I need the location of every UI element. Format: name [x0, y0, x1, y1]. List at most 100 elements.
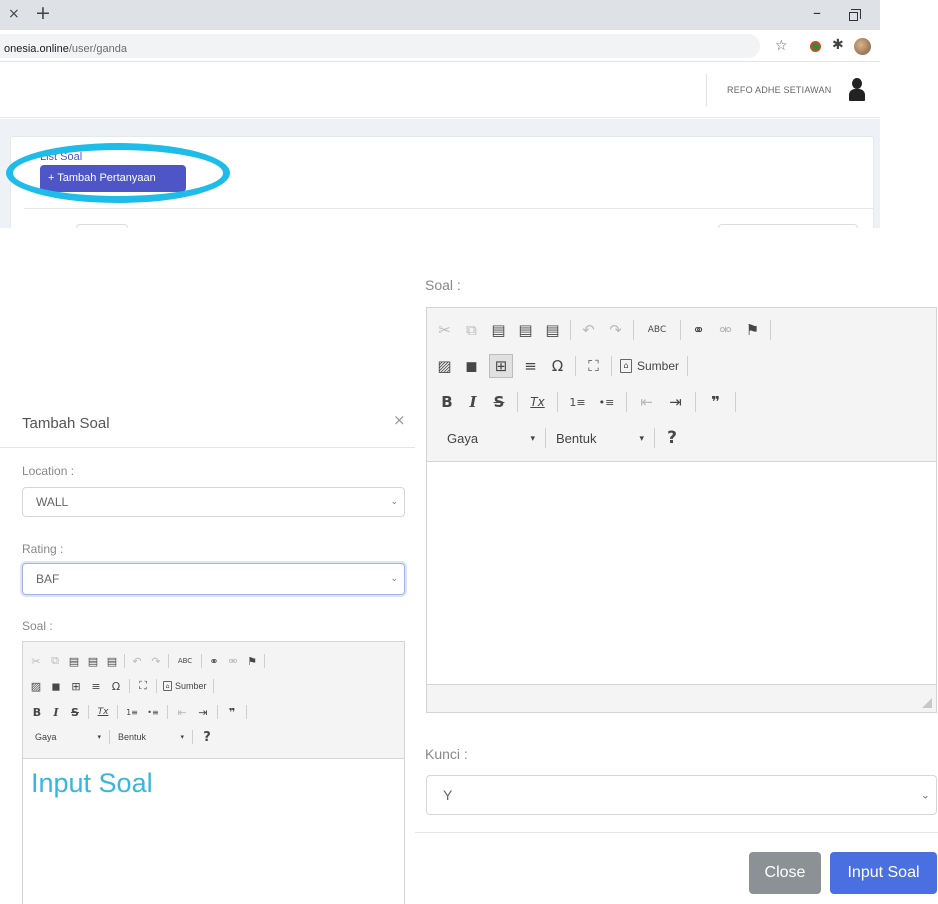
flash-icon[interactable]: ◼ — [49, 680, 63, 693]
bulleted-list-icon[interactable]: •≡ — [597, 396, 616, 409]
help-icon[interactable]: ? — [665, 428, 679, 448]
numbered-list-icon[interactable]: 1≡ — [125, 708, 139, 717]
paste-word-icon[interactable]: ▤ — [105, 655, 119, 668]
omnibox[interactable]: onesia.online/user/ganda — [0, 34, 760, 58]
rating-select[interactable]: BAF ⌄ — [22, 563, 405, 595]
strikethrough-icon[interactable]: S — [69, 706, 81, 719]
indent-icon[interactable]: ⇥ — [666, 393, 685, 411]
modal-divider — [0, 447, 415, 448]
format-combo-label: Bentuk — [556, 430, 597, 446]
style-combo[interactable]: Gaya ▾ — [35, 732, 101, 742]
outdent-icon[interactable]: ⇤ — [175, 706, 189, 719]
extension-icon[interactable] — [810, 41, 821, 52]
puzzle-extensions-icon[interactable]: ✱ — [832, 37, 844, 53]
remove-format-icon[interactable]: Tx — [528, 395, 547, 409]
blockquote-icon[interactable]: ❞ — [225, 706, 239, 719]
cut-icon[interactable]: ✂ — [29, 655, 43, 668]
horizontal-rule-icon[interactable]: ≡ — [89, 680, 103, 693]
highlight-ellipse — [6, 143, 230, 203]
tab-strip: × + – — [0, 0, 880, 30]
paste-text-icon[interactable]: ▤ — [86, 655, 100, 668]
format-combo[interactable]: Bentuk ▾ — [118, 732, 184, 742]
kunci-select[interactable]: Y ⌄ — [426, 775, 937, 815]
maximize-icon[interactable]: ⛶ — [136, 679, 150, 693]
resize-handle-icon[interactable] — [922, 698, 932, 708]
undo-icon[interactable]: ↶ — [130, 655, 144, 668]
close-icon[interactable]: × — [393, 411, 406, 429]
paste-icon[interactable]: ▤ — [489, 321, 508, 339]
user-icon[interactable] — [849, 78, 865, 102]
maximize-icon[interactable]: ⛶ — [584, 357, 603, 375]
anchor-flag-icon[interactable]: ⚑ — [245, 655, 259, 668]
flash-icon[interactable]: ◼ — [462, 357, 481, 375]
table-icon[interactable]: ⊞ — [489, 354, 513, 378]
new-tab-icon[interactable]: + — [35, 2, 51, 24]
add-question-modal-zoomed: Soal : ✂ ⧉ ▤ ▤ ▤ ↶ ↷ ABC ⚭ ⚮ ⚑ ▨ ◼ ⊞ ≡ Ω… — [415, 262, 938, 904]
link-icon[interactable]: ⚭ — [689, 321, 708, 339]
unlink-icon[interactable]: ⚮ — [226, 655, 240, 668]
username[interactable]: REFO ADHE SETIAWAN — [727, 85, 831, 95]
tab-close-icon[interactable]: × — [8, 6, 20, 22]
address-bar: onesia.online/user/ganda ☆ ✱ — [0, 30, 880, 62]
input-soal-button[interactable]: Input Soal — [830, 852, 937, 894]
soal-label: Soal : — [22, 619, 53, 633]
toolbar-row-4: Gaya ▾ Bentuk ▾ ? — [447, 426, 679, 450]
bold-icon[interactable]: B — [31, 706, 43, 719]
bookmark-star-icon[interactable]: ☆ — [775, 38, 788, 54]
editor-content[interactable]: Input Soal — [31, 768, 153, 799]
search-input-stub[interactable] — [718, 224, 858, 228]
special-char-icon[interactable]: Ω — [548, 357, 567, 375]
strikethrough-icon[interactable]: S — [491, 393, 507, 411]
restore-window-icon[interactable] — [849, 9, 861, 21]
redo-icon[interactable]: ↷ — [149, 655, 163, 668]
paste-word-icon[interactable]: ▤ — [543, 321, 562, 339]
undo-icon[interactable]: ↶ — [579, 321, 598, 339]
unlink-icon[interactable]: ⚮ — [716, 321, 735, 339]
close-button[interactable]: Close — [749, 852, 821, 894]
style-combo[interactable]: Gaya ▾ — [447, 431, 535, 446]
paste-text-icon[interactable]: ▤ — [516, 321, 535, 339]
combo-arrow-icon: ▾ — [97, 734, 101, 741]
spellcheck-icon[interactable]: ABC — [174, 657, 196, 665]
table-icon[interactable]: ⊞ — [69, 680, 83, 693]
kunci-value: Y — [443, 787, 453, 803]
redo-icon[interactable]: ↷ — [606, 321, 625, 339]
source-button[interactable]: ⌂ Sumber — [620, 359, 679, 373]
combo-arrow-icon: ▾ — [639, 432, 644, 443]
image-icon[interactable]: ▨ — [435, 357, 454, 375]
outdent-icon[interactable]: ⇤ — [637, 393, 656, 411]
format-combo[interactable]: Bentuk ▾ — [556, 431, 644, 446]
link-icon[interactable]: ⚭ — [207, 655, 221, 668]
blockquote-icon[interactable]: ❞ — [706, 393, 725, 411]
italic-icon[interactable]: I — [465, 393, 481, 411]
url-text[interactable]: onesia.online/user/ganda — [4, 43, 127, 55]
toolbar-row-1: ✂ ⧉ ▤ ▤ ▤ ↶ ↷ ABC ⚭ ⚮ ⚑ — [435, 318, 771, 342]
entries-select-stub[interactable] — [76, 224, 128, 228]
paste-icon[interactable]: ▤ — [67, 655, 81, 668]
bold-icon[interactable]: B — [439, 393, 455, 411]
special-char-icon[interactable]: Ω — [109, 680, 123, 693]
bulleted-list-icon[interactable]: •≡ — [146, 708, 160, 717]
editor-statusbar — [427, 684, 936, 712]
copy-icon[interactable]: ⧉ — [48, 654, 62, 668]
location-select[interactable]: WALL ⌄ — [22, 487, 405, 517]
copy-icon[interactable]: ⧉ — [462, 321, 481, 339]
minimize-icon[interactable]: – — [813, 3, 821, 22]
spellcheck-icon[interactable]: ABC — [642, 325, 672, 335]
indent-icon[interactable]: ⇥ — [196, 706, 210, 719]
editor-toolbar: ✂ ⧉ ▤ ▤ ▤ ↶ ↷ ABC ⚭ ⚮ ⚑ ▨ ◼ ⊞ ≡ Ω ⛶ ⌂ Su… — [427, 308, 936, 462]
remove-format-icon[interactable]: Tx — [96, 707, 110, 717]
app-header: REFO ADHE SETIAWAN — [0, 62, 880, 118]
profile-avatar-icon[interactable] — [854, 38, 871, 55]
source-button[interactable]: ⌂ Sumber — [163, 681, 207, 691]
cut-icon[interactable]: ✂ — [435, 321, 454, 339]
format-combo-label: Bentuk — [118, 732, 147, 742]
numbered-list-icon[interactable]: 1≡ — [568, 396, 587, 409]
italic-icon[interactable]: I — [50, 706, 62, 719]
kunci-label: Kunci : — [425, 746, 468, 762]
image-icon[interactable]: ▨ — [29, 680, 43, 693]
anchor-flag-icon[interactable]: ⚑ — [743, 321, 762, 339]
header-divider — [706, 74, 707, 106]
help-icon[interactable]: ? — [201, 730, 213, 745]
horizontal-rule-icon[interactable]: ≡ — [521, 357, 540, 375]
